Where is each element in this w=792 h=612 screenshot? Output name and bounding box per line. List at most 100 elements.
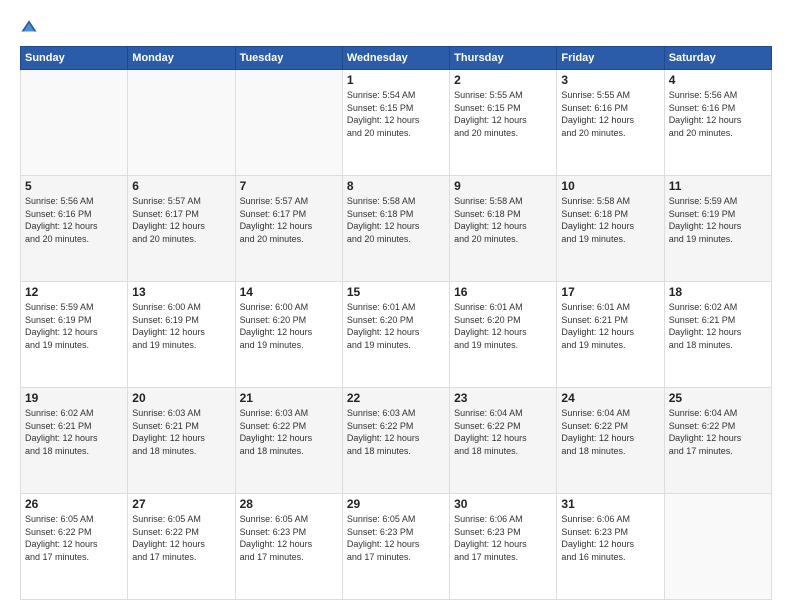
calendar-cell: 18 Sunrise: 6:02 AM Sunset: 6:21 PM Dayli…	[664, 282, 771, 388]
calendar-cell: 11Sunrise: 5:59 AM Sunset: 6:19 PM Dayli…	[664, 176, 771, 282]
day-info: Sunrise: 5:58 AM Sunset: 6:18 PM Dayligh…	[347, 195, 445, 245]
page: SundayMondayTuesdayWednesdayThursdayFrid…	[0, 0, 792, 612]
calendar-cell: 8 Sunrise: 5:58 AM Sunset: 6:18 PM Daylig…	[342, 176, 449, 282]
day-info: Sunrise: 6:05 AM Sunset: 6:22 PM Dayligh…	[25, 513, 123, 563]
day-info: Sunrise: 6:01 AM Sunset: 6:20 PM Dayligh…	[347, 301, 445, 351]
day-number: 3	[561, 73, 659, 87]
day-number: 6	[132, 179, 230, 193]
col-header-sunday: Sunday	[21, 47, 128, 70]
day-info: Sunrise: 6:04 AM Sunset: 6:22 PM Dayligh…	[561, 407, 659, 457]
day-number: 27	[132, 497, 230, 511]
col-header-thursday: Thursday	[450, 47, 557, 70]
day-info: Sunrise: 6:00 AM Sunset: 6:20 PM Dayligh…	[240, 301, 338, 351]
day-number: 9	[454, 179, 552, 193]
calendar-cell	[128, 70, 235, 176]
day-info: Sunrise: 5:55 AM Sunset: 6:15 PM Dayligh…	[454, 89, 552, 139]
calendar-cell: 20 Sunrise: 6:03 AM Sunset: 6:21 PM Dayli…	[128, 388, 235, 494]
calendar-week-row: 19 Sunrise: 6:02 AM Sunset: 6:21 PM Dayli…	[21, 388, 772, 494]
day-info: Sunrise: 6:06 AM Sunset: 6:23 PM Dayligh…	[561, 513, 659, 563]
logo	[20, 18, 42, 36]
calendar-cell: 9 Sunrise: 5:58 AM Sunset: 6:18 PM Daylig…	[450, 176, 557, 282]
day-info: Sunrise: 5:55 AM Sunset: 6:16 PM Dayligh…	[561, 89, 659, 139]
calendar-cell: 27 Sunrise: 6:05 AM Sunset: 6:22 PM Dayli…	[128, 494, 235, 600]
calendar-week-row: 1 Sunrise: 5:54 AM Sunset: 6:15 PM Daylig…	[21, 70, 772, 176]
calendar-cell: 23 Sunrise: 6:04 AM Sunset: 6:22 PM Dayli…	[450, 388, 557, 494]
day-number: 12	[25, 285, 123, 299]
day-info: Sunrise: 5:56 AM Sunset: 6:16 PM Dayligh…	[25, 195, 123, 245]
calendar-cell: 19 Sunrise: 6:02 AM Sunset: 6:21 PM Dayli…	[21, 388, 128, 494]
calendar-header-row: SundayMondayTuesdayWednesdayThursdayFrid…	[21, 47, 772, 70]
day-info: Sunrise: 5:57 AM Sunset: 6:17 PM Dayligh…	[132, 195, 230, 245]
day-info: Sunrise: 5:54 AM Sunset: 6:15 PM Dayligh…	[347, 89, 445, 139]
calendar-cell: 15Sunrise: 6:01 AM Sunset: 6:20 PM Dayli…	[342, 282, 449, 388]
day-number: 18	[669, 285, 767, 299]
day-info: Sunrise: 5:57 AM Sunset: 6:17 PM Dayligh…	[240, 195, 338, 245]
day-number: 5	[25, 179, 123, 193]
calendar-cell: 29Sunrise: 6:05 AM Sunset: 6:23 PM Dayli…	[342, 494, 449, 600]
calendar-cell: 17 Sunrise: 6:01 AM Sunset: 6:21 PM Dayli…	[557, 282, 664, 388]
day-info: Sunrise: 6:06 AM Sunset: 6:23 PM Dayligh…	[454, 513, 552, 563]
day-number: 23	[454, 391, 552, 405]
day-number: 17	[561, 285, 659, 299]
day-info: Sunrise: 5:58 AM Sunset: 6:18 PM Dayligh…	[454, 195, 552, 245]
calendar-cell: 21 Sunrise: 6:03 AM Sunset: 6:22 PM Dayli…	[235, 388, 342, 494]
day-number: 20	[132, 391, 230, 405]
day-number: 7	[240, 179, 338, 193]
day-number: 8	[347, 179, 445, 193]
col-header-tuesday: Tuesday	[235, 47, 342, 70]
col-header-monday: Monday	[128, 47, 235, 70]
day-info: Sunrise: 6:03 AM Sunset: 6:22 PM Dayligh…	[347, 407, 445, 457]
day-info: Sunrise: 5:59 AM Sunset: 6:19 PM Dayligh…	[25, 301, 123, 351]
day-info: Sunrise: 6:05 AM Sunset: 6:23 PM Dayligh…	[347, 513, 445, 563]
day-number: 10	[561, 179, 659, 193]
day-number: 30	[454, 497, 552, 511]
calendar-cell: 10 Sunrise: 5:58 AM Sunset: 6:18 PM Dayli…	[557, 176, 664, 282]
calendar-cell: 28 Sunrise: 6:05 AM Sunset: 6:23 PM Dayli…	[235, 494, 342, 600]
day-number: 16	[454, 285, 552, 299]
day-number: 31	[561, 497, 659, 511]
header	[20, 18, 772, 36]
day-number: 25	[669, 391, 767, 405]
day-info: Sunrise: 6:00 AM Sunset: 6:19 PM Dayligh…	[132, 301, 230, 351]
calendar-cell: 31 Sunrise: 6:06 AM Sunset: 6:23 PM Dayli…	[557, 494, 664, 600]
day-number: 22	[347, 391, 445, 405]
calendar-cell: 6 Sunrise: 5:57 AM Sunset: 6:17 PM Daylig…	[128, 176, 235, 282]
day-number: 19	[25, 391, 123, 405]
day-number: 21	[240, 391, 338, 405]
calendar-cell: 13Sunrise: 6:00 AM Sunset: 6:19 PM Dayli…	[128, 282, 235, 388]
calendar-cell: 22 Sunrise: 6:03 AM Sunset: 6:22 PM Dayli…	[342, 388, 449, 494]
day-number: 2	[454, 73, 552, 87]
calendar-cell: 16Sunrise: 6:01 AM Sunset: 6:20 PM Dayli…	[450, 282, 557, 388]
calendar-cell: 5 Sunrise: 5:56 AM Sunset: 6:16 PM Daylig…	[21, 176, 128, 282]
col-header-friday: Friday	[557, 47, 664, 70]
day-info: Sunrise: 6:05 AM Sunset: 6:23 PM Dayligh…	[240, 513, 338, 563]
calendar-table: SundayMondayTuesdayWednesdayThursdayFrid…	[20, 46, 772, 600]
day-number: 4	[669, 73, 767, 87]
calendar-cell: 1 Sunrise: 5:54 AM Sunset: 6:15 PM Daylig…	[342, 70, 449, 176]
calendar-cell: 12 Sunrise: 5:59 AM Sunset: 6:19 PM Dayli…	[21, 282, 128, 388]
day-number: 26	[25, 497, 123, 511]
day-number: 1	[347, 73, 445, 87]
day-info: Sunrise: 6:02 AM Sunset: 6:21 PM Dayligh…	[669, 301, 767, 351]
day-number: 14	[240, 285, 338, 299]
day-info: Sunrise: 6:03 AM Sunset: 6:21 PM Dayligh…	[132, 407, 230, 457]
day-info: Sunrise: 6:01 AM Sunset: 6:21 PM Dayligh…	[561, 301, 659, 351]
day-info: Sunrise: 5:58 AM Sunset: 6:18 PM Dayligh…	[561, 195, 659, 245]
calendar-cell: 7 Sunrise: 5:57 AM Sunset: 6:17 PM Daylig…	[235, 176, 342, 282]
day-number: 28	[240, 497, 338, 511]
day-info: Sunrise: 6:02 AM Sunset: 6:21 PM Dayligh…	[25, 407, 123, 457]
calendar-cell: 25Sunrise: 6:04 AM Sunset: 6:22 PM Dayli…	[664, 388, 771, 494]
calendar-cell: 4Sunrise: 5:56 AM Sunset: 6:16 PM Daylig…	[664, 70, 771, 176]
calendar-cell: 24Sunrise: 6:04 AM Sunset: 6:22 PM Dayli…	[557, 388, 664, 494]
logo-icon	[20, 18, 38, 36]
calendar-cell	[235, 70, 342, 176]
day-info: Sunrise: 6:03 AM Sunset: 6:22 PM Dayligh…	[240, 407, 338, 457]
day-info: Sunrise: 6:04 AM Sunset: 6:22 PM Dayligh…	[454, 407, 552, 457]
col-header-saturday: Saturday	[664, 47, 771, 70]
calendar-week-row: 12 Sunrise: 5:59 AM Sunset: 6:19 PM Dayli…	[21, 282, 772, 388]
calendar-cell: 26 Sunrise: 6:05 AM Sunset: 6:22 PM Dayli…	[21, 494, 128, 600]
calendar-cell	[21, 70, 128, 176]
day-info: Sunrise: 6:05 AM Sunset: 6:22 PM Dayligh…	[132, 513, 230, 563]
calendar-body: 1 Sunrise: 5:54 AM Sunset: 6:15 PM Daylig…	[21, 70, 772, 600]
calendar-week-row: 26 Sunrise: 6:05 AM Sunset: 6:22 PM Dayli…	[21, 494, 772, 600]
